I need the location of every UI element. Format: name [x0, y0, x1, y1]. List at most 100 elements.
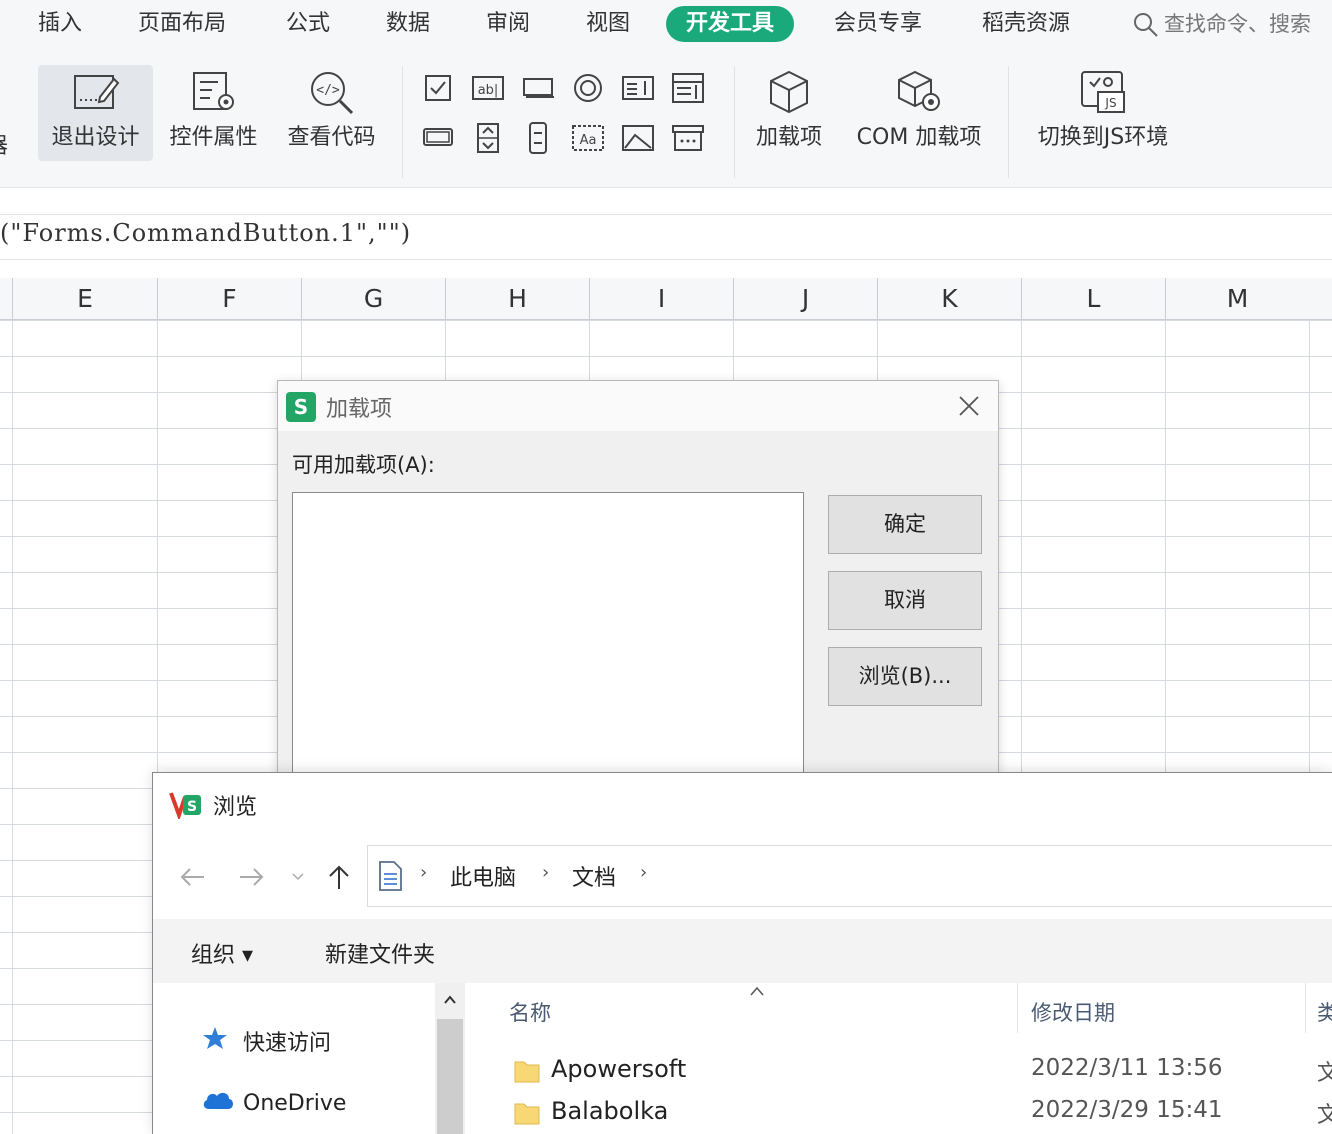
scrollbar-icon[interactable] — [520, 120, 556, 156]
ok-button[interactable]: 确定 — [828, 495, 982, 554]
column-header-g[interactable]: G — [301, 278, 445, 320]
folder-icon — [514, 1061, 540, 1083]
column-header-i[interactable]: I — [589, 278, 733, 320]
file-name: Balabolka — [551, 1097, 669, 1125]
nav-pane-scrollbar[interactable] — [435, 983, 465, 1134]
spin-button-icon[interactable] — [470, 120, 506, 156]
column-type-header[interactable]: 类 — [1317, 997, 1332, 1027]
file-type: 文 — [1317, 1061, 1332, 1086]
column-header-f[interactable]: F — [157, 278, 301, 320]
command-search[interactable]: 查找命令、搜索 — [1132, 6, 1311, 42]
up-arrow-icon[interactable] — [321, 859, 357, 895]
ribbon-separator — [402, 66, 403, 178]
file-row[interactable]: Apowersoft 2022/3/11 13:56 文 — [509, 1051, 1332, 1091]
menu-member[interactable]: 会员专享 — [834, 6, 922, 42]
organize-button[interactable]: 组织 ▾ — [191, 937, 253, 969]
cancel-button[interactable]: 取消 — [828, 571, 982, 630]
control-properties-button[interactable]: 控件属性 — [156, 65, 271, 161]
grid-line — [12, 320, 13, 1134]
svg-text:Aa: Aa — [580, 133, 597, 148]
exit-design-button[interactable]: 退出设计 — [38, 65, 153, 161]
menu-formulas[interactable]: 公式 — [286, 6, 330, 42]
column-header-k[interactable]: K — [877, 278, 1021, 320]
menu-view[interactable]: 视图 — [586, 6, 630, 42]
scroll-up-arrow-icon[interactable] — [435, 985, 465, 1015]
browse-dialog-titlebar[interactable]: S 浏览 — [153, 773, 1332, 835]
column-header-m[interactable]: M — [1165, 278, 1309, 320]
formula-bar[interactable]: ("Forms.CommandButton.1","") — [0, 214, 1332, 260]
column-header-l[interactable]: L — [1021, 278, 1165, 320]
forward-arrow-icon[interactable] — [233, 859, 269, 895]
address-bar[interactable]: › 此电脑 › 文档 › — [367, 845, 1332, 907]
file-type: 文 — [1317, 1103, 1332, 1128]
new-folder-button[interactable]: 新建文件夹 — [325, 937, 435, 969]
column-header-e[interactable]: E — [12, 278, 157, 320]
available-addins-list[interactable] — [292, 492, 804, 792]
textbox-icon[interactable]: ab| — [470, 70, 506, 106]
cube-gear-icon — [898, 70, 940, 111]
view-code-button[interactable]: </> 查看代码 — [274, 65, 389, 161]
browse-dialog: S 浏览 › 此电脑 › 文档 › 组织 ▾ 新建文件夹 快速访问 OneDri… — [152, 772, 1332, 1134]
addins-dialog-titlebar[interactable]: S 加载项 — [278, 381, 998, 431]
com-addins-button[interactable]: COM 加载项 — [846, 65, 992, 161]
svg-text:ab|: ab| — [478, 83, 499, 98]
addins-label: 加载项 — [755, 125, 822, 150]
switch-to-js-button[interactable]: JS 切换到JS环境 — [1028, 65, 1178, 161]
checkbox-icon[interactable] — [420, 70, 456, 106]
file-modified: 2022/3/29 15:41 — [1031, 1097, 1223, 1123]
column-header-h[interactable]: H — [445, 278, 589, 320]
view-code-icon: </> — [310, 72, 353, 115]
formula-text[interactable]: ("Forms.CommandButton.1","") — [0, 219, 411, 247]
svg-text:</>: </> — [316, 83, 340, 98]
js-environment-icon: JS — [1081, 71, 1125, 113]
listbox-icon[interactable] — [620, 70, 656, 106]
menu-review[interactable]: 审阅 — [486, 6, 530, 42]
column-modified-header[interactable]: 修改日期 — [1031, 997, 1115, 1027]
folder-icon — [514, 1103, 540, 1125]
menu-developer-tools[interactable]: 开发工具 — [666, 6, 795, 42]
menu-data[interactable]: 数据 — [386, 6, 430, 42]
more-controls-icon[interactable] — [670, 120, 706, 156]
column-divider — [1305, 983, 1306, 1033]
label-icon[interactable]: Aa — [570, 120, 606, 156]
switch-to-js-label: 切换到JS环境 — [1037, 125, 1169, 150]
control-properties-label: 控件属性 — [169, 125, 258, 150]
exit-design-label: 退出设计 — [51, 125, 140, 150]
back-arrow-icon[interactable] — [175, 859, 211, 895]
menu-insert[interactable]: 插入 — [38, 6, 82, 42]
recent-locations-chevron-icon[interactable] — [283, 859, 313, 895]
close-icon[interactable] — [954, 391, 984, 421]
column-header-row: E F G H I J K L M — [0, 278, 1332, 320]
scrollbar-thumb[interactable] — [437, 1019, 463, 1134]
file-row[interactable]: Balabolka 2022/3/29 15:41 文 — [509, 1093, 1332, 1133]
quick-access-item[interactable]: 快速访问 — [201, 1025, 331, 1057]
breadcrumb-documents[interactable]: 文档 — [572, 860, 616, 892]
svg-text:S: S — [187, 799, 197, 815]
menu-bar: 插入 页面布局 公式 数据 审阅 视图 开发工具 会员专享 稻壳资源 查找命令、… — [0, 0, 1332, 48]
command-button-icon[interactable] — [520, 70, 556, 106]
addins-dialog: S 加载项 可用加载项(A): 确定 取消 浏览(B)... — [277, 380, 999, 792]
onedrive-item[interactable]: OneDrive — [201, 1089, 346, 1117]
breadcrumb-chevron-icon: › — [542, 862, 550, 883]
addins-button[interactable]: 加载项 — [742, 65, 836, 161]
file-name: Apowersoft — [551, 1055, 687, 1083]
option-button-icon[interactable] — [570, 70, 606, 106]
breadcrumb-chevron-icon: › — [640, 862, 648, 883]
design-mode-icon — [73, 75, 119, 109]
breadcrumb-this-pc[interactable]: 此电脑 — [450, 860, 516, 892]
toggle-button-icon[interactable] — [420, 120, 456, 156]
menu-docer-resources[interactable]: 稻壳资源 — [982, 6, 1070, 42]
quick-access-label: 快速访问 — [243, 1031, 332, 1056]
wps-app-icon: S — [169, 789, 203, 822]
browse-button[interactable]: 浏览(B)... — [828, 647, 982, 706]
image-icon[interactable] — [620, 120, 656, 156]
browse-dialog-title: 浏览 — [213, 795, 258, 820]
search-icon — [1134, 13, 1158, 37]
view-code-label: 查看代码 — [287, 125, 376, 150]
browse-nav-bar: › 此电脑 › 文档 › — [153, 835, 1332, 919]
menu-page-layout[interactable]: 页面布局 — [138, 6, 226, 42]
column-header-j[interactable]: J — [733, 278, 877, 320]
navigation-pane: 快速访问 OneDrive — [153, 983, 465, 1134]
combo-list-icon[interactable] — [670, 70, 706, 106]
column-name-header[interactable]: 名称 — [509, 997, 551, 1027]
